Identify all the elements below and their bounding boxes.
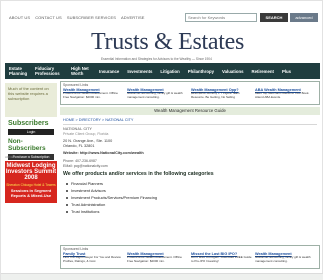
bullet-icon <box>66 182 68 185</box>
service-label: Investment Products/Services/Premium Fin… <box>71 195 158 200</box>
bullet-icon <box>66 210 68 213</box>
sponsored-link[interactable]: Family Trust Find The Right Lawyer For Y… <box>63 252 124 263</box>
contact-us-link[interactable]: CONTACT US <box>35 15 62 20</box>
bullet-icon <box>66 203 68 206</box>
nav-item-philanthropy[interactable]: Philanthropy <box>184 69 218 74</box>
sponsored-links-bottom: Sponsored Links Family Trust Find The Ri… <box>60 245 320 269</box>
bullet-icon <box>66 196 68 199</box>
sponsored-link[interactable]: Wealth Management Protect/Grow Wealth As… <box>63 88 124 99</box>
nav-item-high-net-worth[interactable]: High Net Worth <box>67 66 95 76</box>
service-label: Trust Institutions <box>71 209 100 214</box>
sponsored-link[interactable]: ABA Wealth Management Meet Top Merchant … <box>255 88 316 99</box>
address-line-2: Orlando, FL 32801 <box>63 144 95 148</box>
advertise-link[interactable]: ADVERTISE <box>121 15 145 20</box>
list-item: Trust Administration <box>66 201 157 208</box>
site-tagline: Essential Information and Strategies for… <box>101 57 212 61</box>
nav-item-litigation[interactable]: Litigation <box>156 69 183 74</box>
services-heading: We offer products and/or services in the… <box>63 171 214 177</box>
page-title: Wealth Management Resource Guide <box>60 107 320 115</box>
company-division: Private Client Group, Florida <box>63 132 109 136</box>
sponsored-link[interactable]: Wealth Management Global tax accounting,… <box>127 88 188 99</box>
list-item: Investment Advisors <box>66 187 157 194</box>
ad-title-1: Midwest Lodging <box>6 163 56 169</box>
footer-strip <box>1 273 323 280</box>
page-frame: ABOUT US CONTACT US SUBSCRIBER SERVICES … <box>0 0 323 280</box>
list-item: Financial Planners <box>66 180 157 187</box>
bullet-icon <box>66 189 68 192</box>
main-nav: Estate Planning Fiduciary Professions Hi… <box>5 63 320 79</box>
sponsored-link[interactable]: Missed the Last BIG IPO? Don't Miss Out … <box>191 252 252 263</box>
ad-cta: Sessions in Segment Reports & Mixed-Use <box>10 188 52 198</box>
divider <box>63 124 317 125</box>
subscribers-heading: Subscribers <box>8 120 49 127</box>
advanced-search-button[interactable]: advanced <box>290 13 318 22</box>
sponsored-label: Sponsored Links <box>63 83 89 87</box>
sponsored-link[interactable]: Wealth Management Protect/Grow Wealth As… <box>127 252 188 263</box>
nav-item-fiduciary-professions[interactable]: Fiduciary Professions <box>31 66 67 76</box>
service-label: Investment Advisors <box>71 188 106 193</box>
site-logo[interactable]: Trusts & Estates <box>91 29 244 56</box>
login-button[interactable]: Login <box>8 129 54 135</box>
sponsored-link-desc: Find The Right Lawyer For You and Review… <box>63 255 121 263</box>
sponsored-link[interactable]: Wealth Management Opp? $49K/$55K Monthly… <box>191 88 252 99</box>
sponsored-link-desc: Protect/Grow Wealth Assessment. Offline … <box>127 255 182 263</box>
sponsored-link-desc: Protect/Grow Wealth Assessment. Offline … <box>63 91 118 99</box>
services-list: Financial Planners Investment Advisors I… <box>66 180 157 215</box>
sponsored-link-desc: Meet Top Merchant Clients to Your Book. … <box>255 91 310 99</box>
subscription-notice: Much of the content on this website requ… <box>5 83 57 117</box>
sponsored-grid: Wealth Management Protect/Grow Wealth As… <box>63 88 319 99</box>
nav-item-estate-planning[interactable]: Estate Planning <box>5 66 31 76</box>
ad-label: ADVERTISEMENT <box>5 155 31 159</box>
utility-links: ABOUT US CONTACT US SUBSCRIBER SERVICES … <box>9 15 145 20</box>
nav-item-valuations[interactable]: Valuations <box>218 69 248 74</box>
about-us-link[interactable]: ABOUT US <box>9 15 30 20</box>
phone-number: Phone: 407-236-6987 <box>63 159 97 163</box>
search-button[interactable]: SEARCH <box>260 13 288 22</box>
sponsored-grid: Family Trust Find The Right Lawyer For Y… <box>63 252 319 263</box>
website-link[interactable]: Website: http://www.NationalCity.com/wea… <box>63 151 144 155</box>
sponsored-link[interactable]: Wealth Management Global tax accounting,… <box>255 252 316 263</box>
nav-item-investments[interactable]: Investments <box>123 69 156 74</box>
address-line-1: 20 N. Orange Ave., Ste. 1100 <box>63 139 113 143</box>
service-label: Financial Planners <box>71 181 104 186</box>
nonsubscribers-heading: Non-Subscribers <box>8 138 46 152</box>
list-item: Trust Institutions <box>66 208 157 215</box>
sponsored-link-desc: $49K/$55K Monthly + 7 Figure Team Resour… <box>191 91 240 99</box>
utility-bar: ABOUT US CONTACT US SUBSCRIBER SERVICES … <box>5 13 320 25</box>
service-label: Trust Administration <box>71 202 106 207</box>
sponsored-links-top: Sponsored Links Wealth Management Protec… <box>60 81 320 105</box>
ad-title-2: Investors Summit 2008 <box>5 169 57 181</box>
search-input[interactable]: Search for Keywords <box>185 13 257 22</box>
subscriber-services-link[interactable]: SUBSCRIBER SERVICES <box>67 15 116 20</box>
sponsored-link-desc: Global tax accounting, family gift & wea… <box>127 91 183 99</box>
main-content: Wealth Management Resource Guide HOME > … <box>60 107 320 245</box>
list-item: Investment Products/Services/Premium Fin… <box>66 194 157 201</box>
email-link[interactable]: EMail: pcg@nationalcity.com <box>63 164 108 168</box>
company-name: NATIONAL CITY <box>63 127 92 131</box>
sidebar-advertisement[interactable]: Midwest Lodging Investors Summit 2008 Sh… <box>5 161 57 203</box>
nav-item-plus[interactable]: Plus <box>278 69 295 74</box>
sponsored-link-desc: Global tax accounting, family gift & wea… <box>255 255 311 263</box>
sponsored-link-desc: Don't Miss Out Again. Download FREE Guid… <box>191 255 252 263</box>
ad-details: Sheraton Chicago Hotel & Towers <box>6 183 56 187</box>
breadcrumb[interactable]: HOME > DIRECTORY > NATIONAL CITY <box>63 118 133 122</box>
nav-item-insurance[interactable]: Insurance <box>95 69 123 74</box>
nav-item-retirement[interactable]: Retirement <box>248 69 278 74</box>
masthead: Trusts & Estates Essential Information a… <box>1 27 323 63</box>
sponsored-label: Sponsored Links <box>63 247 89 251</box>
